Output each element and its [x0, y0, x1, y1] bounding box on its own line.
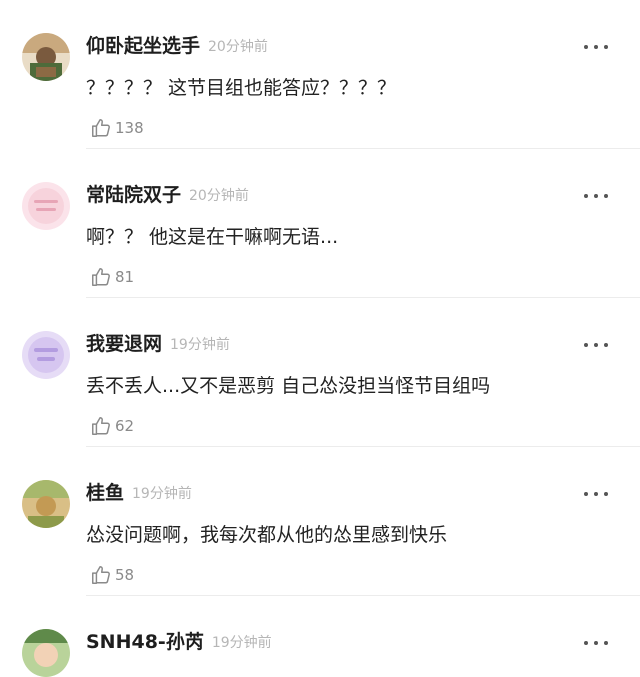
username[interactable]: 仰卧起坐选手 20分钟前	[86, 33, 268, 60]
timestamp: 20分钟前	[189, 188, 249, 204]
more-dots-icon	[584, 343, 588, 347]
more-dots-icon	[584, 45, 588, 49]
like-count: 138	[115, 119, 144, 137]
thumbs-up-icon	[92, 268, 110, 286]
more-options-button[interactable]	[584, 487, 608, 501]
comment-item: 我要退网 19分钟前 丢不丢人...又不是恶剪 自己怂没担当怪节目组吗 62	[0, 298, 640, 447]
timestamp: 20分钟前	[208, 39, 268, 55]
avatar[interactable]	[22, 331, 70, 379]
more-dot	[604, 641, 608, 645]
timestamp: 19分钟前	[211, 635, 272, 651]
comment-item: 仰卧起坐选手 20分钟前 ？？？？ 这节目组也能答应？？？？ 138	[0, 0, 640, 149]
username-text[interactable]: 仰卧起坐选手	[86, 35, 200, 57]
username-text[interactable]: SNH48-孙芮	[86, 631, 204, 653]
comment-text: ？？？？ 这节目组也能答应？？？？	[86, 77, 397, 99]
more-dot	[594, 194, 598, 198]
comment-item: SNH48-孙芮 19分钟前	[0, 596, 640, 677]
username-text[interactable]: 桂鱼	[86, 482, 124, 504]
comment-item: 常陆院双子 20分钟前 啊？？ 他这是在干嘛啊无语... 81	[0, 149, 640, 298]
more-dot	[604, 194, 608, 198]
thumbs-up-icon	[92, 566, 110, 584]
comment-item: 桂鱼 19分钟前 怂没问题啊，我每次都从他的怂里感到快乐 58	[0, 447, 640, 596]
username[interactable]: 桂鱼 19分钟前	[86, 480, 192, 507]
more-options-button[interactable]	[584, 189, 608, 203]
comment-text: 怂没问题啊，我每次都从他的怂里感到快乐	[86, 524, 448, 546]
avatar[interactable]	[22, 480, 70, 528]
more-dots-icon	[584, 492, 588, 496]
more-options-button[interactable]	[584, 40, 608, 54]
username[interactable]: SNH48-孙芮 19分钟前	[86, 629, 272, 656]
username[interactable]: 我要退网 19分钟前	[86, 331, 230, 358]
more-dot	[594, 492, 598, 496]
thumbs-up-icon	[92, 417, 110, 435]
like-button[interactable]: 81	[90, 265, 134, 289]
more-dot	[594, 641, 598, 645]
more-options-button[interactable]	[584, 636, 608, 650]
more-dots-icon	[584, 194, 588, 198]
like-button[interactable]: 58	[90, 563, 134, 587]
more-dot	[604, 45, 608, 49]
username-text[interactable]: 我要退网	[86, 333, 162, 355]
avatar[interactable]	[22, 629, 70, 677]
like-button[interactable]: 138	[90, 116, 144, 140]
avatar[interactable]	[22, 33, 70, 81]
like-count: 81	[115, 268, 135, 286]
like-count: 58	[115, 566, 135, 584]
more-dot	[604, 492, 608, 496]
username[interactable]: 常陆院双子 20分钟前	[86, 182, 249, 209]
thumbs-up-icon	[92, 119, 110, 137]
comment-text: 啊？？ 他这是在干嘛啊无语...	[86, 226, 339, 248]
comment-text: 丢不丢人...又不是恶剪 自己怂没担当怪节目组吗	[86, 375, 491, 397]
more-dot	[604, 343, 608, 347]
more-dot	[594, 45, 598, 49]
like-button[interactable]: 62	[90, 414, 134, 438]
more-dots-icon	[584, 641, 588, 645]
timestamp: 19分钟前	[170, 337, 230, 353]
more-options-button[interactable]	[584, 338, 608, 352]
timestamp: 19分钟前	[132, 486, 192, 502]
username-text[interactable]: 常陆院双子	[86, 184, 181, 206]
more-dot	[594, 343, 598, 347]
like-count: 62	[115, 417, 135, 435]
avatar[interactable]	[22, 182, 70, 230]
